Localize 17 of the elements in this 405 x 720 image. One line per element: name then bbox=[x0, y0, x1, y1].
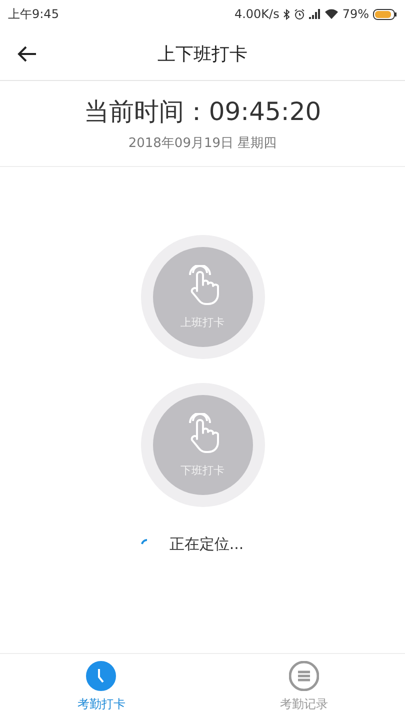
battery-percent: 79% bbox=[342, 7, 369, 21]
status-time: 上午9:45 bbox=[8, 6, 59, 22]
location-status: 正在定位... bbox=[169, 535, 244, 554]
battery-icon bbox=[373, 8, 397, 20]
alarm-icon bbox=[294, 8, 306, 20]
current-date: 2018年09月19日 星期四 bbox=[128, 135, 277, 152]
list-icon bbox=[288, 661, 319, 691]
network-speed: 4.00K/s bbox=[234, 7, 280, 21]
tab[interactable]: 考勤打卡 bbox=[0, 654, 202, 720]
page-title: 上下班打卡 bbox=[158, 43, 248, 66]
wifi-icon bbox=[325, 9, 338, 19]
current-time: 当前时间：09:45:20 bbox=[84, 96, 322, 128]
signal-icon bbox=[309, 9, 322, 19]
tab[interactable]: 考勤记录 bbox=[202, 654, 405, 720]
back-arrow-icon[interactable] bbox=[17, 46, 37, 62]
bluetooth-icon bbox=[283, 8, 290, 20]
clock-icon bbox=[86, 661, 116, 691]
